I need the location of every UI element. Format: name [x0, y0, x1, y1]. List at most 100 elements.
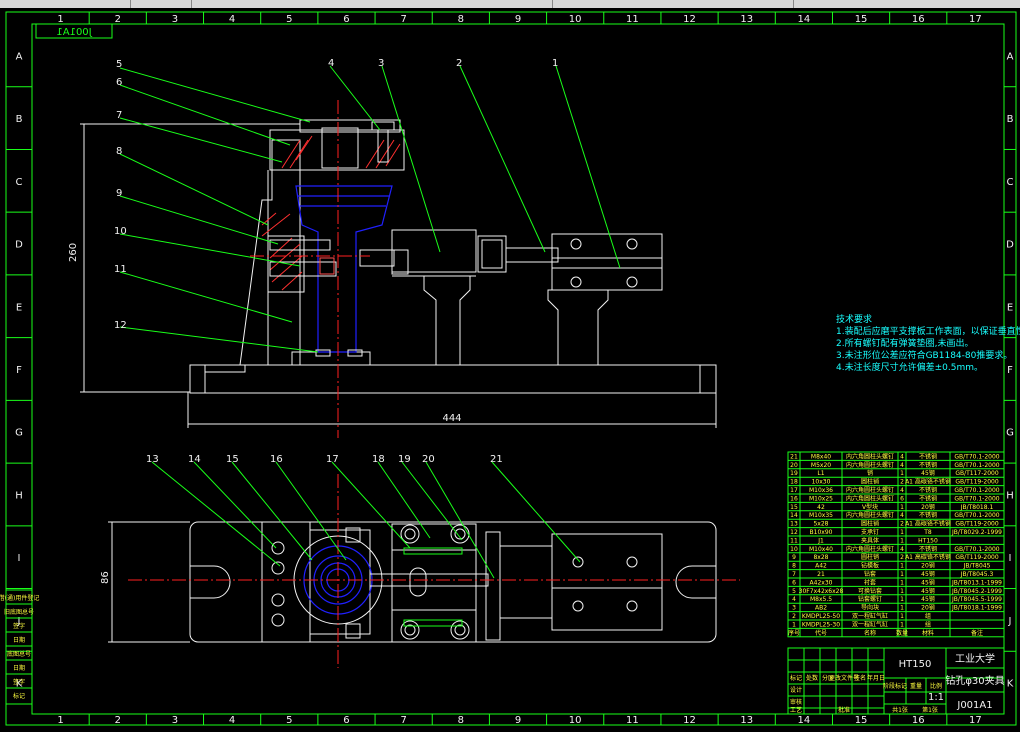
bom-cell: 销: [867, 469, 873, 477]
bom-cell: 数量: [896, 629, 908, 637]
bom-cell: GB/T70.1-2000: [954, 487, 999, 494]
column-label: 1: [57, 715, 63, 726]
bom-cell: B10x90: [810, 529, 833, 536]
bom-cell: 组: [925, 612, 931, 620]
bom-cell: A42: [815, 563, 827, 570]
dim-overall-text: 444: [442, 413, 461, 424]
total-sheets: 共1张: [892, 706, 908, 714]
callout-3: 3: [378, 58, 384, 69]
air-cylinder-front[interactable]: [551, 233, 663, 291]
row-label: E: [16, 302, 22, 313]
tech-title: 技术要求: [836, 313, 872, 325]
bom-cell: M5x20: [811, 462, 831, 469]
tech-line: 1.装配后应磨平支撑板工作表面，以保证垂直性。: [836, 325, 1020, 337]
row-label: G: [15, 428, 23, 439]
top-view[interactable]: 86: [100, 474, 740, 668]
bom-cell: 1: [900, 596, 904, 603]
bom-cell: 不锈钢: [919, 511, 937, 519]
top-callouts: 13 14 15 16 17 18 19 20 21: [146, 454, 581, 579]
strip-label: 签字: [13, 622, 25, 630]
column-label: 17: [969, 715, 982, 726]
bom-cell: 5x28: [813, 521, 828, 528]
column-label: 9: [515, 715, 521, 726]
strip-label: 借(通)用件登记: [0, 594, 39, 602]
bom-cell: 14: [790, 512, 798, 519]
column-label: 12: [683, 715, 696, 726]
bom-cell: 8x28: [813, 554, 828, 561]
dim-width-text: 86: [100, 571, 111, 584]
bom-cell: T8: [923, 529, 932, 536]
cad-drawing-canvas[interactable]: 1122334455667788991010111112121313141415…: [0, 0, 1020, 732]
row-label: H: [15, 490, 23, 501]
bom-cell: 15: [790, 504, 798, 511]
bom-cell: 名称: [864, 629, 876, 637]
callout-13: 13: [146, 454, 159, 465]
row-label: C: [16, 177, 23, 188]
bom-cell: V型块: [862, 503, 878, 511]
column-label: 8: [458, 14, 464, 25]
bom-cell: 1: [900, 579, 904, 586]
bom-cell: JB/T8013.1-1999: [951, 579, 1002, 586]
bom-cell: JB/T8018.1-1999: [951, 605, 1002, 612]
column-label: 5: [286, 14, 292, 25]
row-label: F: [1007, 365, 1013, 376]
bom-cell: 7: [792, 571, 796, 578]
bom-cell: 备注: [971, 629, 983, 637]
bom-cell: GB/T70.1-2000: [954, 495, 999, 502]
column-label: 17: [969, 14, 982, 25]
bom-cell: L1: [817, 470, 824, 477]
dim-height-text: 260: [68, 243, 79, 262]
callout-17: 17: [326, 454, 339, 465]
callout-1: 1: [552, 58, 558, 69]
bom-cell: 双一程缸气缸: [852, 612, 888, 620]
front-callouts: 5 6 7 8 9 10 11 12 4 3 2 1: [114, 58, 621, 353]
column-label: 6: [343, 14, 349, 25]
row-label: I: [18, 553, 21, 564]
front-view[interactable]: 260 444: [68, 100, 717, 438]
bom-cell: M10x25: [809, 495, 833, 502]
callout-12: 12: [114, 320, 127, 331]
bom-cell: 21: [817, 571, 825, 578]
column-label: 13: [740, 14, 753, 25]
bom-cell: 5: [792, 588, 796, 595]
callout-16: 16: [270, 454, 283, 465]
bom-cell: KMDPL25-50: [802, 613, 840, 620]
bom-cell: 17: [790, 487, 798, 494]
bom-cell: A1 高碳铬不锈钢: [905, 553, 951, 561]
column-label: 11: [626, 14, 639, 25]
bom-cell: 13: [790, 521, 798, 528]
tb-label: 处数: [806, 674, 818, 682]
bom-cell: 圆柱销: [861, 553, 879, 561]
bom-cell: 内六角圆柱头螺钉: [846, 494, 894, 502]
bom-cell: A1 高碳铬不锈钢: [905, 478, 951, 486]
callout-9: 9: [116, 188, 122, 199]
tb-label: 签名: [854, 674, 866, 682]
column-label: 7: [400, 14, 406, 25]
guide-block[interactable]: [391, 229, 477, 273]
sheet-number: 第1张: [922, 706, 938, 714]
bom-cell: 10x30: [812, 479, 831, 486]
strip-label: 标记: [13, 692, 25, 700]
drill-plate[interactable]: [269, 129, 405, 171]
bom-cell: 钻套螺钉: [858, 595, 882, 603]
bom-cell: 3: [792, 605, 796, 612]
bom-cell: 不锈钢: [919, 486, 937, 494]
bom-cell: 夹具体: [861, 536, 879, 544]
callout-5: 5: [116, 59, 122, 70]
bom-cell: 钻模板: [861, 562, 879, 570]
code-mirror-text: J001A1: [56, 27, 92, 38]
bom-cell: 21: [790, 453, 798, 460]
ratio-label: 比例: [930, 682, 942, 690]
strip-label: 日期: [13, 636, 25, 644]
bom-cell: 1: [900, 621, 904, 628]
weight-label: 重量: [910, 682, 922, 690]
row-label: K: [1007, 679, 1014, 690]
bom-cell: KMDPL25-30: [802, 621, 840, 628]
base-plate[interactable]: [189, 364, 717, 394]
row-label: H: [1006, 490, 1014, 501]
bom-table: 21 M8x40 内六角圆柱头螺钉 4 不锈钢 GB/T70.1-200020 M5x20 内…: [787, 451, 1005, 638]
school-text: 工业大学: [955, 652, 995, 665]
drawing-name-text: 钻孔φ30夹具: [945, 674, 1004, 687]
tech-line: 3.未注形位公差应符合GB1184-80推要求。: [836, 349, 1012, 361]
tb-label: 标记: [790, 674, 802, 682]
